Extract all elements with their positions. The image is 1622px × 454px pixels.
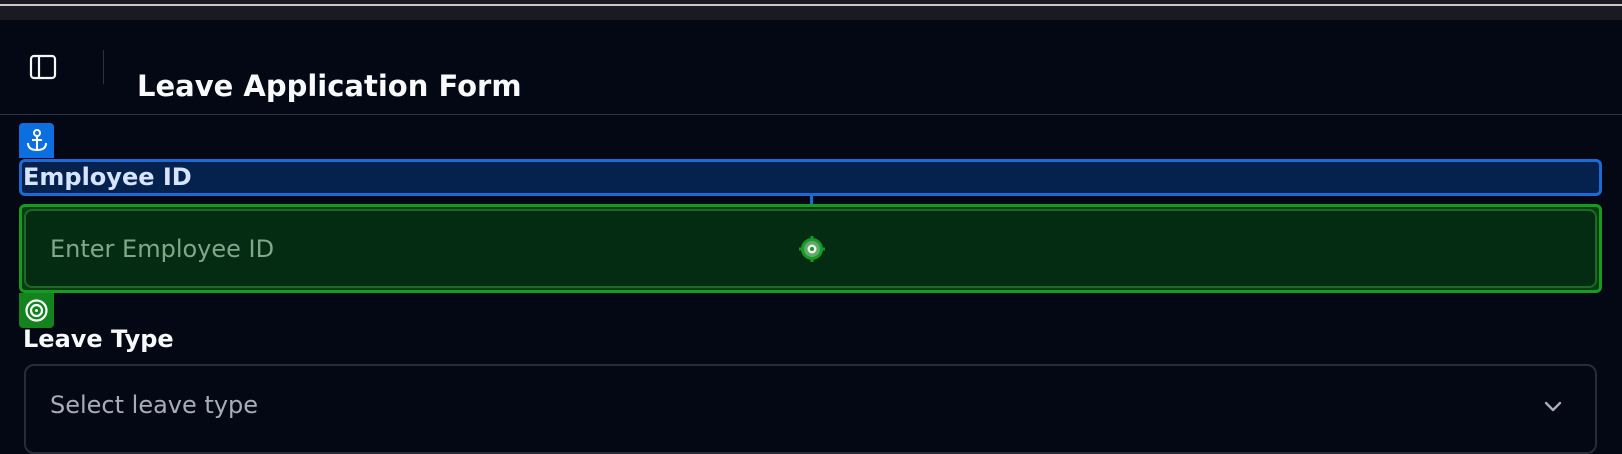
leave-type-select[interactable]: Select leave type [24,364,1597,454]
header-divider [103,50,104,84]
target-icon [25,299,48,322]
leave-type-selected-value: Select leave type [50,391,259,419]
chevron-down-icon [1544,401,1562,412]
top-strip-line [0,4,1622,6]
anchor-overlay-badge [19,123,54,158]
app-header: Leave Application Form [0,20,1622,115]
highlight-connector [810,196,813,204]
page-title: Leave Application Form [137,69,522,104]
employee-id-label-highlight [19,159,1602,196]
sidebar-panel-icon [29,54,57,80]
leave-type-label: Leave Type [23,325,174,353]
sidebar-toggle-button[interactable] [26,50,60,84]
employee-id-label: Employee ID [23,163,192,191]
crosshair-icon [799,236,825,262]
anchor-icon [26,128,47,151]
browser-top-strip [0,0,1622,20]
